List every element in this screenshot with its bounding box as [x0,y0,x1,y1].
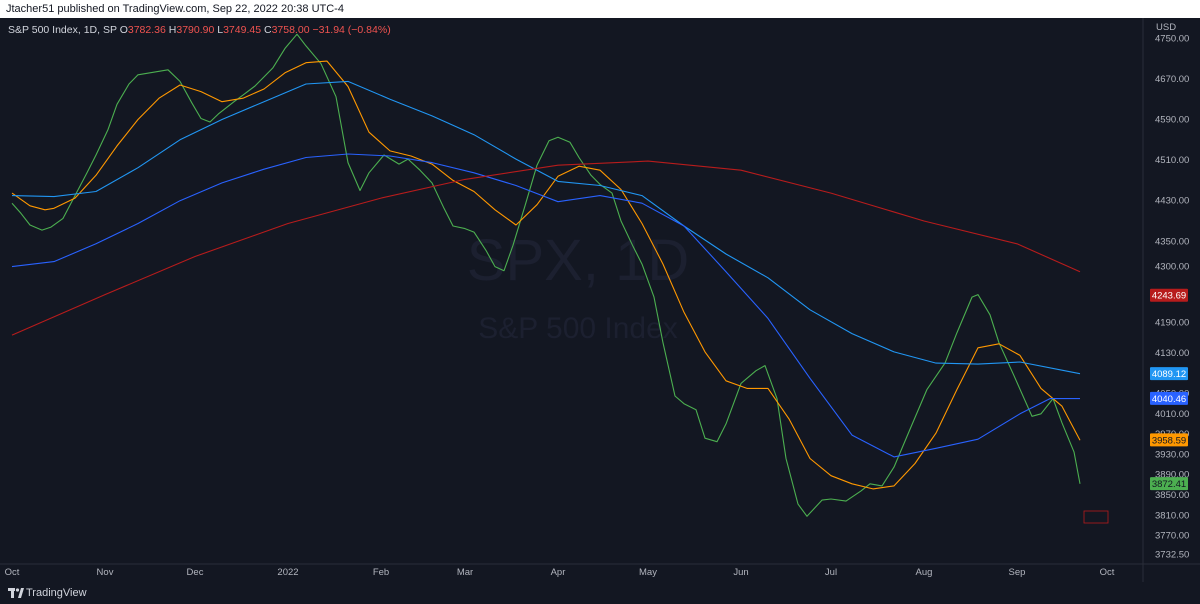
y-tick-label: 4510.00 [1155,155,1189,166]
symbol-legend[interactable]: S&P 500 Index, 1D, SP O3782.36 H3790.90 … [8,24,391,36]
author-mark-icon [1083,510,1109,524]
x-tick-label: Sep [1009,567,1026,578]
y-tick-label: 4010.00 [1155,409,1189,420]
footer: TradingView [0,582,1200,604]
y-tick-label: 3770.00 [1155,531,1189,542]
last-value-badge-1: 3958.59 [1150,433,1188,447]
tradingview-brand[interactable]: TradingView [26,587,87,599]
publisher-bar: Jtacher51 published on TradingView.com, … [0,0,1200,18]
x-tick-label: Feb [373,567,389,578]
x-tick-label: Nov [97,567,114,578]
y-tick-label: 4350.00 [1155,236,1189,247]
x-tick-label: Aug [916,567,933,578]
low-value: 3749.45 [223,24,262,36]
x-tick-label: Jul [825,567,837,578]
x-tick-label: Dec [187,567,204,578]
last-value-label: 3872.41 [1152,479,1186,490]
close-label: C [263,24,272,36]
y-tick-label: 3930.00 [1155,449,1189,460]
x-tick-label: May [639,567,657,578]
series-line-3[interactable] [11,153,1080,458]
y-tick-label: 4670.00 [1155,74,1189,85]
x-tick-label: Mar [457,567,473,578]
tradingview-logo-icon[interactable] [8,586,24,600]
last-value-label: 3958.59 [1152,435,1186,446]
close-value: 3758.00 [271,24,310,36]
y-tick-label: 3810.00 [1155,510,1189,521]
last-value-label: 4040.46 [1152,394,1186,405]
last-value-label: 4243.69 [1152,291,1186,302]
last-value-badge-3: 4040.46 [1150,391,1188,405]
y-tick-label: 4430.00 [1155,196,1189,207]
last-value-badge-0: 3872.41 [1150,477,1188,491]
x-tick-label: Jun [733,567,748,578]
open-value: 3782.36 [127,24,166,36]
watermark-symbol: SPX, 1D [467,228,689,293]
x-tick-label: Oct [5,567,20,578]
x-tick-label: Oct [1100,567,1115,578]
last-value-label: 4089.12 [1152,369,1186,380]
last-value-badge-2: 4089.12 [1150,367,1188,381]
y-tick-label: 3850.00 [1155,490,1189,501]
publisher-text: Jtacher51 published on TradingView.com, … [6,3,344,15]
x-tick-label: Apr [551,567,566,578]
change-value: −31.94 (−0.84%) [312,24,391,36]
last-value-badge-4: 4243.69 [1150,288,1188,302]
high-value: 3790.90 [176,24,215,36]
open-label: O [119,24,128,36]
y-tick-label: 4190.00 [1155,317,1189,328]
symbol-label: S&P 500 Index, 1D, SP [8,24,117,36]
y-tick-label: 3732.50 [1155,550,1189,561]
y-tick-label: 4130.00 [1155,348,1189,359]
y-tick-label: 4300.00 [1155,262,1189,273]
price-chart[interactable]: SPX, 1D S&P 500 Index USD4750.00 4670.00 459… [0,18,1200,582]
x-tick-label: 2022 [277,567,298,578]
watermark-name: S&P 500 Index [478,312,678,345]
y-tick-label: 4750.00 [1155,33,1189,44]
currency-label: USD [1156,22,1176,33]
y-tick-label: 4590.00 [1155,114,1189,125]
